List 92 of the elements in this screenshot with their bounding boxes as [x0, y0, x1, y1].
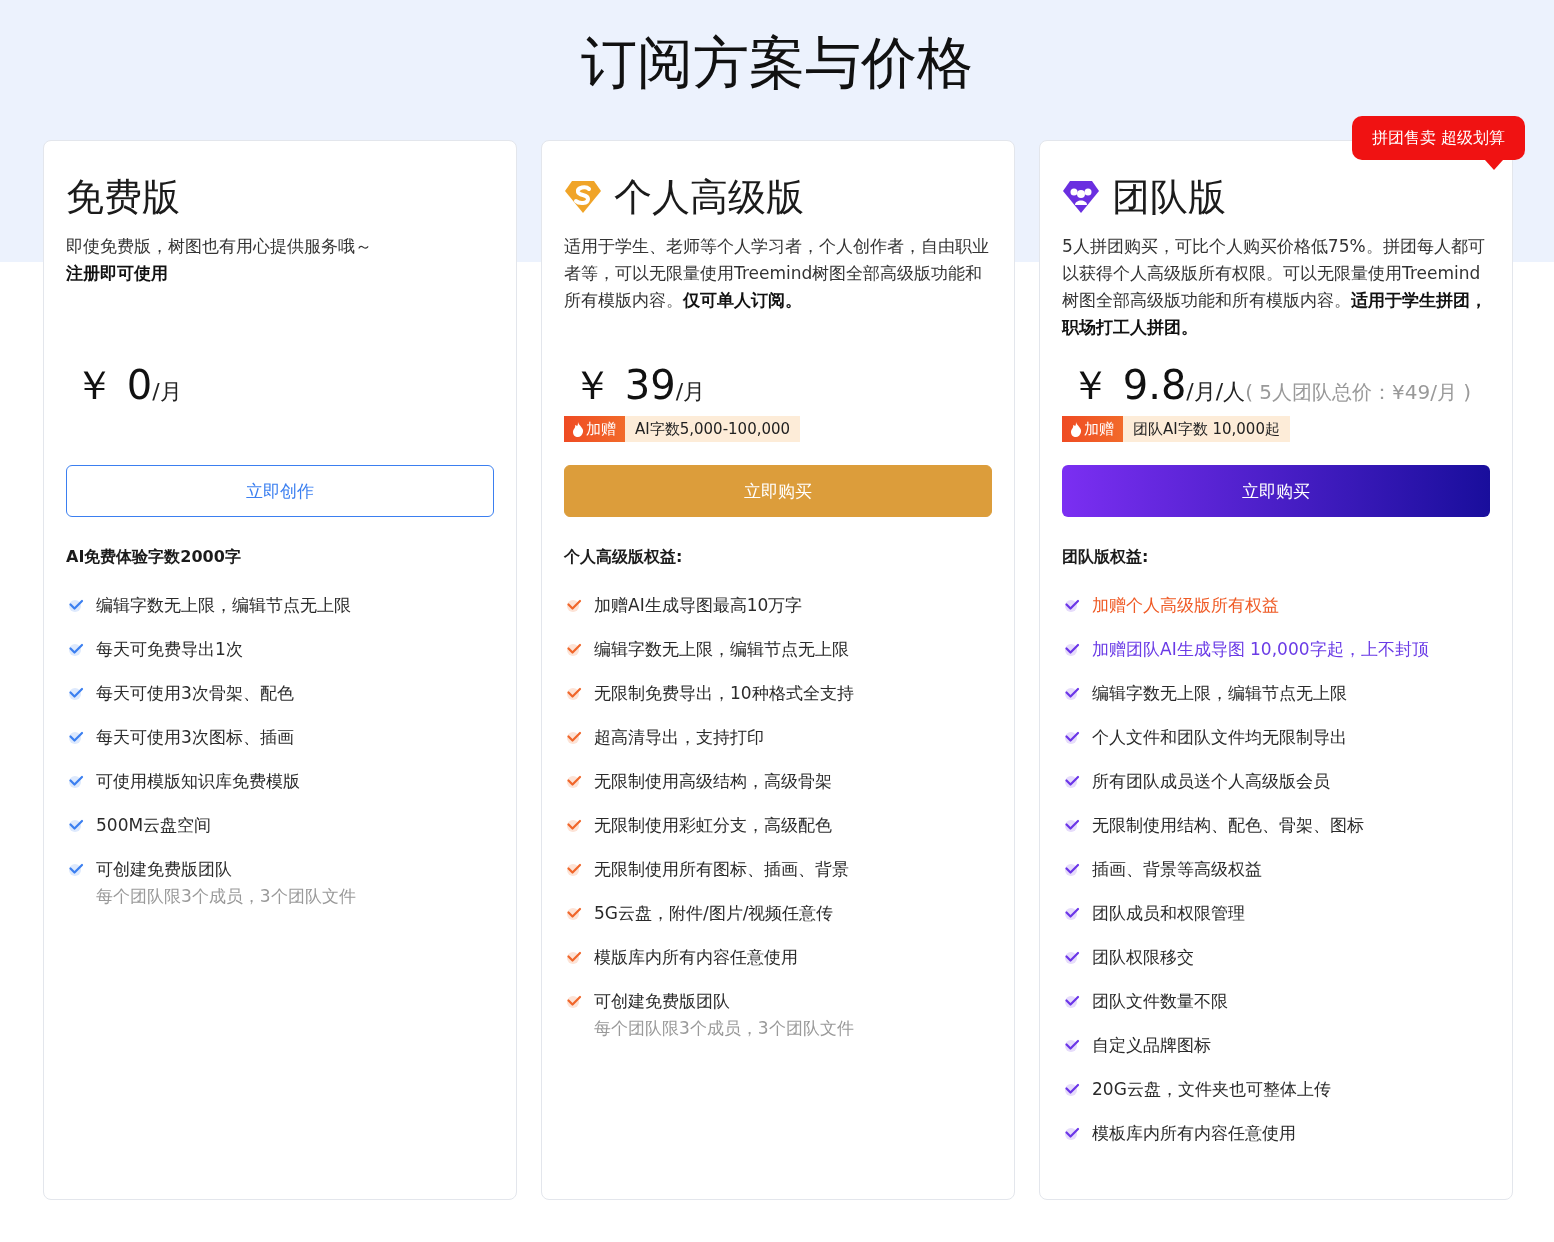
check-icon: [1064, 1081, 1080, 1097]
subscribe-button[interactable]: 立即购买: [1062, 465, 1490, 517]
benefit-text: 自定义品牌图标: [1092, 1035, 1211, 1055]
check-icon: [1064, 641, 1080, 657]
plan-name: 个人高级版: [614, 175, 804, 219]
benefit-text: 可创建免费版团队: [594, 991, 731, 1011]
benefit-text: 团队权限移交: [1092, 947, 1194, 967]
check-icon: [566, 905, 582, 921]
check-icon: [1064, 729, 1080, 745]
benefit-text: 个人文件和团队文件均无限制导出: [1092, 727, 1347, 747]
benefit-text: 编辑字数无上限，编辑节点无上限: [96, 595, 351, 615]
plan-name: 团队版: [1112, 175, 1226, 219]
check-icon: [68, 641, 84, 657]
benefit-text: 编辑字数无上限，编辑节点无上限: [1092, 683, 1347, 703]
benefit-text: 每天可使用3次骨架、配色: [96, 683, 294, 703]
check-icon: [1064, 993, 1080, 1009]
benefit-text: 可创建免费版团队: [96, 859, 233, 879]
check-icon: [68, 861, 84, 877]
check-icon: [566, 729, 582, 745]
benefit-text: 模版库内所有内容任意使用: [594, 947, 798, 967]
promo-badge: 拼团售卖 超级划算: [1351, 116, 1525, 160]
check-icon: [1064, 949, 1080, 965]
check-icon: [68, 817, 84, 833]
check-icon: [566, 949, 582, 965]
badge-pointer-icon: [1485, 160, 1503, 170]
check-icon: [566, 641, 582, 657]
check-icon: [1064, 597, 1080, 613]
bonus-text: AI字数5,000-100,000: [634, 419, 792, 440]
check-icon: [1064, 817, 1080, 833]
check-icon: [566, 773, 582, 789]
benefits-heading: 个人高级版权益:: [564, 547, 684, 567]
check-icon: [566, 861, 582, 877]
benefit-text: 编辑字数无上限，编辑节点无上限: [594, 639, 849, 659]
bonus-text: 团队AI字数 10,000起: [1132, 419, 1281, 440]
benefit-text: 无限制使用结构、配色、骨架、图标: [1092, 815, 1364, 835]
benefit-text: 500M云盘空间: [96, 815, 212, 835]
plan-description: 5人拼团购买，可比个人购买价格低75%。拼团每人都可以获得个人高级版所有权限。可以无限量使用Treemind树图全部高级版功能和所有模版内容。适用于学生拼团，职场打工人拼团。: [1062, 235, 1488, 339]
benefit-text: 团队文件数量不限: [1092, 991, 1228, 1011]
check-icon: [566, 685, 582, 701]
team-icon: [1062, 180, 1100, 214]
benefit-text: 超高清导出，支持打印: [594, 727, 764, 747]
check-icon: [566, 993, 582, 1009]
benefit-text: 插画、背景等高级权益: [1092, 859, 1262, 879]
benefit-text: 每天可使用3次图标、插画: [96, 727, 294, 747]
check-icon: [566, 817, 582, 833]
check-icon: [1064, 861, 1080, 877]
benefit-text: 无限制使用彩虹分支，高级配色: [594, 815, 832, 835]
check-icon: [68, 597, 84, 613]
bonus-tag: 加赠: [564, 416, 625, 442]
check-icon: [1064, 685, 1080, 701]
benefit-text: 无限制使用所有图标、插画、背景: [594, 859, 849, 879]
plan-description: 即使免费版，树图也有用心提供服务哦～ 注册即可使用: [66, 235, 373, 285]
diamond-icon: [564, 180, 602, 214]
benefit-note: 每个团队限3个成员，3个团队文件: [96, 886, 356, 906]
subscribe-button[interactable]: 立即购买: [564, 465, 992, 517]
benefit-text: 无限制使用高级结构，高级骨架: [594, 771, 832, 791]
page-title: 订阅方案与价格: [581, 29, 973, 97]
benefits-heading: 团队版权益:: [1062, 547, 1150, 567]
check-icon: [1064, 1037, 1080, 1053]
flame-icon: [1070, 421, 1082, 437]
benefit-text: 加赠AI生成导图最高10万字: [594, 595, 803, 615]
price: ￥ 0: [74, 361, 153, 410]
benefit-text: 20G云盘，文件夹也可整体上传: [1092, 1079, 1331, 1099]
check-icon: [68, 685, 84, 701]
benefits-heading: AI免费体验字数2000字: [66, 547, 242, 567]
check-icon: [68, 729, 84, 745]
price: ￥ 39: [572, 361, 676, 410]
flame-icon: [572, 421, 584, 437]
price-note: ( 5人团队总价：¥49/月 ): [1245, 379, 1472, 406]
plan-name: 免费版: [66, 175, 180, 219]
plan-description: 适用于学生、老师等个人学习者，个人创作者，自由职业者等，可以无限量使用Treemind树图全部高级版功能和所有模版内容。仅可单人订阅。: [564, 235, 990, 312]
benefit-note: 每个团队限3个成员，3个团队文件: [594, 1018, 854, 1038]
benefit-text: 加赠个人高级版所有权益: [1092, 595, 1279, 615]
check-icon: [1064, 905, 1080, 921]
check-icon: [1064, 1125, 1080, 1141]
benefit-text: 加赠团队AI生成导图 10,000字起，上不封顶: [1092, 639, 1429, 659]
benefit-text: 无限制免费导出，10种格式全支持: [594, 683, 854, 703]
check-icon: [68, 773, 84, 789]
benefit-text: 每天可免费导出1次: [96, 639, 243, 659]
subscribe-button[interactable]: 立即创作: [66, 465, 494, 517]
bonus-tag: 加赠: [1062, 416, 1123, 442]
check-icon: [566, 597, 582, 613]
price-unit: /月: [152, 379, 182, 406]
price-unit: /月/人: [1186, 379, 1246, 406]
benefit-text: 5G云盘，附件/图片/视频任意传: [594, 903, 834, 923]
price: ￥ 9.8: [1070, 361, 1187, 410]
benefit-text: 所有团队成员送个人高级版会员: [1092, 771, 1330, 791]
check-icon: [1064, 773, 1080, 789]
benefit-text: 可使用模版知识库免费模版: [96, 771, 300, 791]
benefit-text: 团队成员和权限管理: [1092, 903, 1245, 923]
benefit-text: 模板库内所有内容任意使用: [1092, 1123, 1296, 1143]
price-unit: /月: [675, 378, 706, 406]
